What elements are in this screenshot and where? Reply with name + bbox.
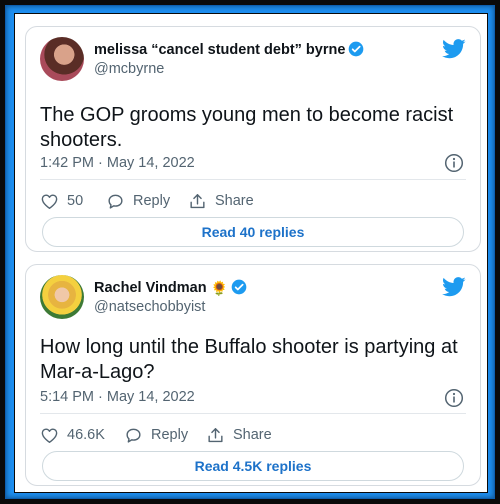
share-label: Share <box>215 193 254 209</box>
share-icon <box>208 427 223 442</box>
author-name-row[interactable]: melissa “cancel student debt” byrne <box>94 41 364 58</box>
share-button[interactable]: Share <box>188 190 254 212</box>
tweet-card[interactable]: Rachel Vindman 🌻 @natsechobbyist How long… <box>25 264 481 486</box>
reply-label: Reply <box>151 427 189 443</box>
tweet-actions: 46.6K Reply Share <box>40 424 460 448</box>
author-handle[interactable]: @natsechobbyist <box>94 299 205 315</box>
divider <box>40 413 466 414</box>
like-button[interactable]: 50 <box>40 190 83 212</box>
tweet-header: Rachel Vindman 🌻 @natsechobbyist <box>40 275 466 323</box>
avatar[interactable] <box>40 275 84 319</box>
author-name[interactable]: melissa “cancel student debt” byrne <box>94 42 345 58</box>
tweet-card[interactable]: melissa “cancel student debt” byrne @mcb… <box>25 26 481 252</box>
info-icon[interactable] <box>444 153 464 173</box>
share-icon <box>190 193 205 208</box>
heart-icon <box>41 193 58 209</box>
reply-button[interactable]: Reply <box>124 424 188 446</box>
author-name[interactable]: Rachel Vindman <box>94 280 207 296</box>
reply-button[interactable]: Reply <box>106 190 170 212</box>
like-button[interactable]: 46.6K <box>40 424 105 446</box>
image-frame: melissa “cancel student debt” byrne @mcb… <box>5 5 495 499</box>
author-handle[interactable]: @mcbyrne <box>94 61 164 77</box>
tweet-actions: 50 Reply Share <box>40 190 460 214</box>
twitter-bird-icon[interactable] <box>442 277 466 297</box>
tweet-text: The GOP grooms young men to become racis… <box>40 104 454 151</box>
tweet-timestamp[interactable]: 5:14 PM · May 14, 2022 <box>40 389 195 405</box>
divider <box>40 179 466 180</box>
tweet-timestamp[interactable]: 1:42 PM · May 14, 2022 <box>40 155 195 171</box>
read-replies-button[interactable]: Read 4.5K replies <box>42 451 464 481</box>
heart-icon <box>41 427 58 443</box>
like-count: 46.6K <box>67 427 105 443</box>
verified-badge-icon <box>349 41 364 57</box>
tweet-text: How long until the Buffalo shooter is pa… <box>40 336 458 383</box>
twitter-bird-icon[interactable] <box>442 39 466 59</box>
share-button[interactable]: Share <box>206 424 272 446</box>
like-count: 50 <box>67 193 84 209</box>
author-name-row[interactable]: Rachel Vindman 🌻 <box>94 279 247 297</box>
reply-icon <box>108 194 123 209</box>
reply-icon <box>126 428 141 443</box>
verified-badge-icon <box>231 279 247 295</box>
avatar[interactable] <box>40 37 84 81</box>
read-replies-button[interactable]: Read 40 replies <box>42 217 464 247</box>
reply-label: Reply <box>133 193 171 209</box>
sunflower-emoji: 🌻 <box>210 280 228 296</box>
tweet-collage: melissa “cancel student debt” byrne @mcb… <box>14 13 488 493</box>
tweet-header: melissa “cancel student debt” byrne @mcb… <box>40 37 466 85</box>
info-icon[interactable] <box>444 388 464 408</box>
share-label: Share <box>233 427 272 443</box>
